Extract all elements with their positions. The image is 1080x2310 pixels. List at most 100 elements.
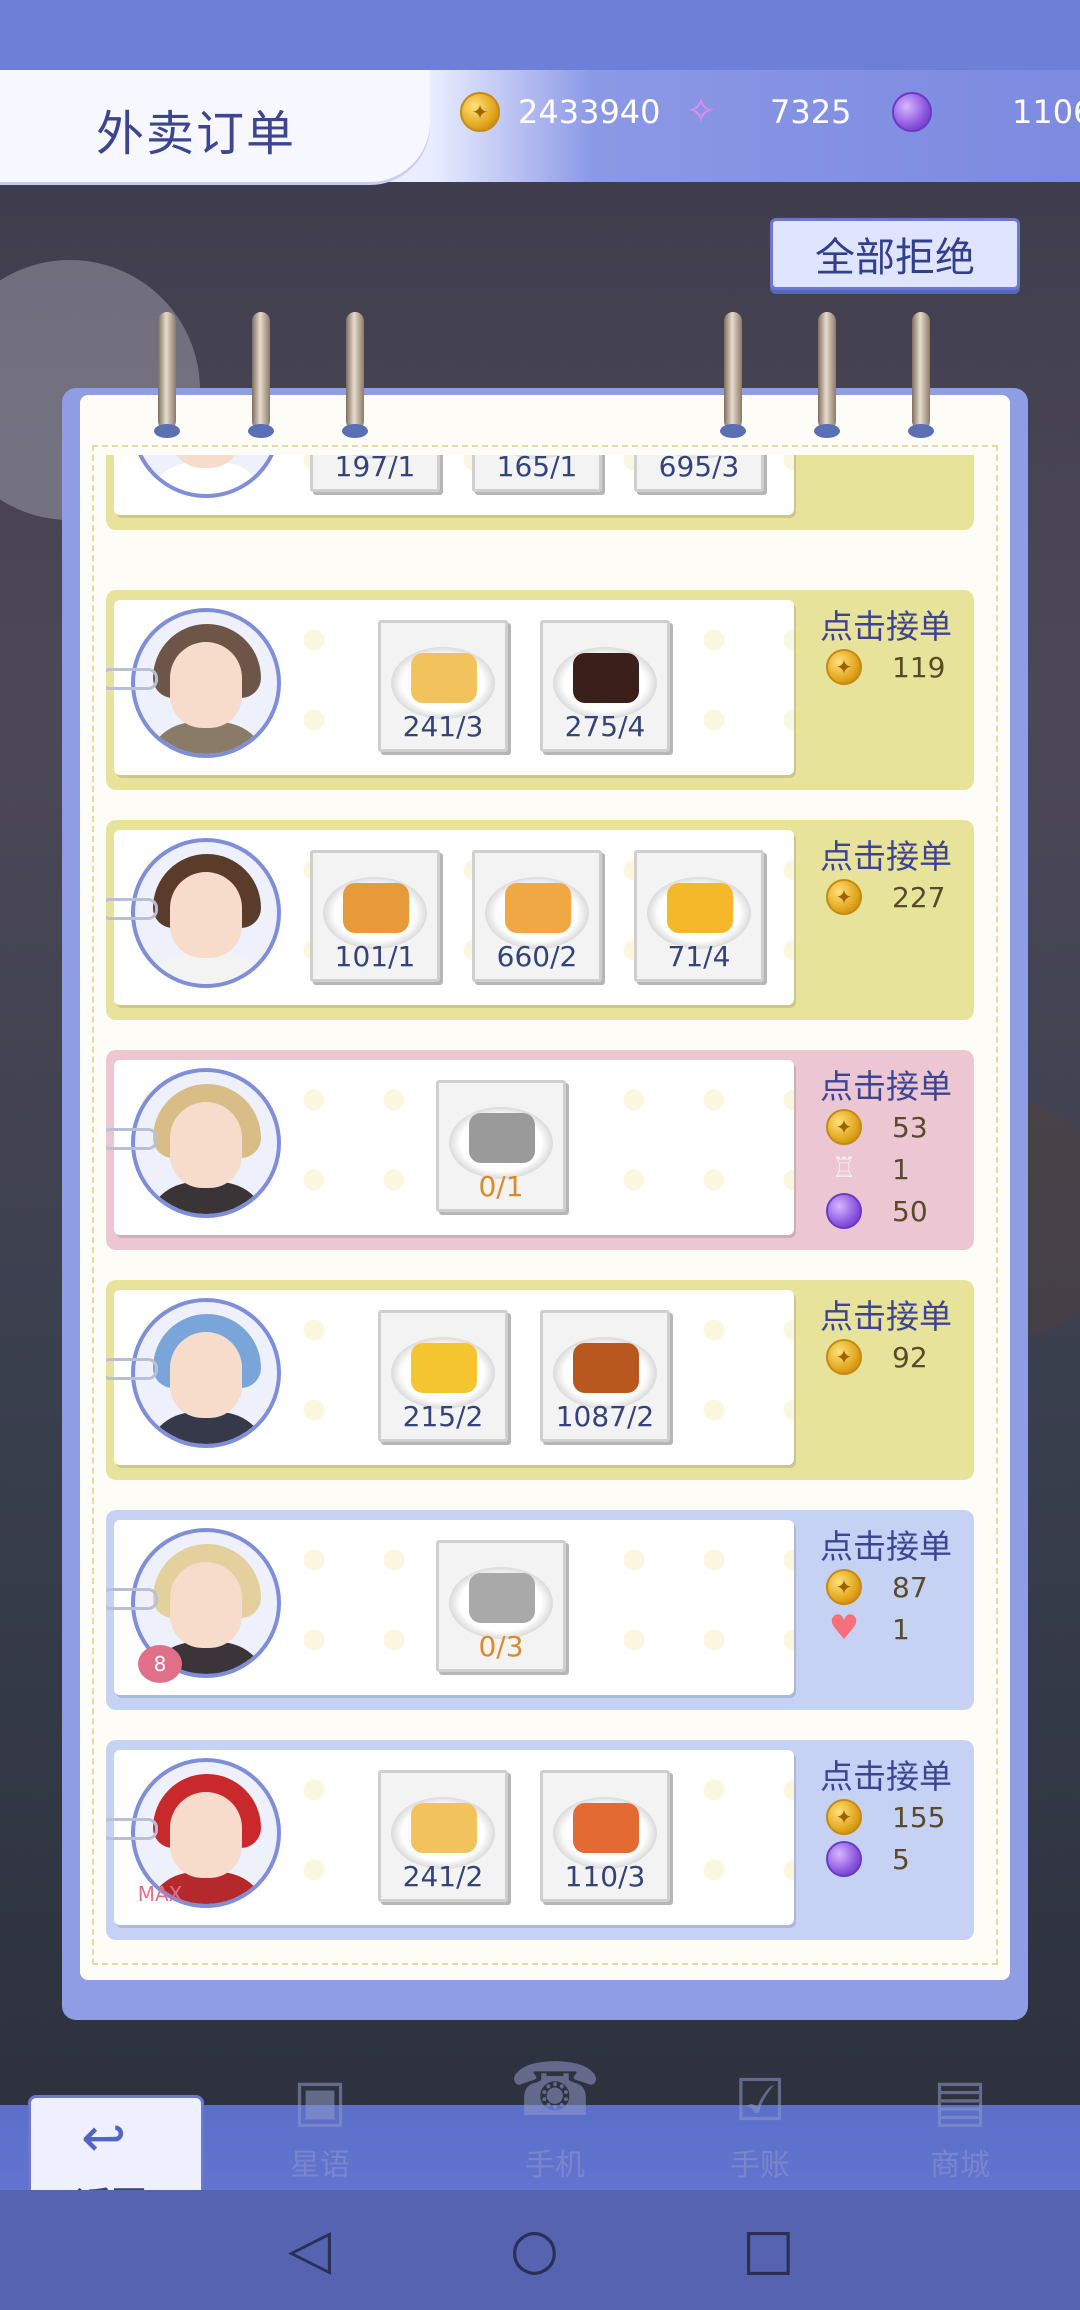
dish-icon	[343, 883, 409, 933]
reward-line: ✦ 53	[826, 1108, 928, 1146]
dish-count: 0/1	[478, 1170, 524, 1203]
dish-count: 0/3	[478, 1630, 524, 1663]
accept-order-button[interactable]: 点击接单	[806, 1060, 966, 1108]
purple-currency: 1106	[892, 88, 1080, 136]
dish-count: 110/3	[564, 1860, 646, 1893]
dish-count: 101/1	[334, 940, 416, 973]
avatar-face	[170, 1562, 242, 1648]
accept-order-button[interactable]: 点击接单	[806, 600, 966, 648]
order-row: 8 0/3 点击接单 ✦ 87 ♥ 1	[106, 1510, 974, 1710]
order-row: 241/3 275/4 点击接单 ✦ 119	[106, 590, 974, 790]
dish-item[interactable]: 110/3	[540, 1770, 670, 1902]
system-recents-icon[interactable]: □	[742, 2222, 795, 2278]
gem-currency[interactable]: ✧ 7325	[680, 88, 852, 136]
dish-item[interactable]: 660/2	[472, 850, 602, 982]
dish-icon	[411, 1343, 477, 1393]
gold-coin-icon: ✦	[826, 879, 862, 915]
avatar-face	[170, 1332, 242, 1418]
reward-value: 119	[892, 650, 946, 684]
order-row: 197/1 165/1 695/3	[106, 455, 974, 530]
nav-tab-phone[interactable]: ☎ 手机	[480, 2040, 630, 2183]
dish-icon	[505, 883, 571, 933]
binder-ring	[154, 312, 180, 438]
calendar-check-icon: ☑	[734, 2066, 786, 2134]
avatar-face	[170, 872, 242, 958]
order-list[interactable]: 197/1 165/1 695/3 241/3 275/4 点击接单 ✦ 119 101/1 66…	[106, 455, 974, 1955]
accept-order-button[interactable]: 点击接单	[806, 1520, 966, 1568]
avatar-face	[170, 642, 242, 728]
reward-value: 87	[892, 1570, 928, 1604]
dish-count: 275/4	[564, 710, 646, 743]
heart-icon: ♥	[828, 1608, 860, 1648]
dish-icon	[411, 653, 477, 703]
dish-item[interactable]: 71/4	[634, 850, 764, 982]
customer-avatar[interactable]	[131, 455, 281, 498]
binder-ring	[908, 312, 934, 438]
nav-tab-shop[interactable]: ▤ 商城	[900, 2060, 1020, 2190]
reward-line: ✦ 119	[826, 648, 945, 686]
paper-clip-icon	[106, 1128, 158, 1150]
dish-item[interactable]: 165/1	[472, 455, 602, 492]
reward-value: 1	[892, 1612, 910, 1646]
dish-count: 197/1	[334, 455, 416, 483]
avatar-face	[170, 1792, 242, 1878]
dish-icon	[573, 1343, 639, 1393]
dish-icon	[469, 1113, 535, 1163]
gold-coin-icon: ✦	[826, 1799, 862, 1835]
gold-coin-icon: ✦	[826, 649, 862, 685]
order-row: 0/1 点击接单 ✦ 53 ♖ 1 50	[106, 1050, 974, 1250]
purple-value: 1106	[1012, 93, 1080, 131]
gem-value: 7325	[770, 93, 852, 131]
dish-count: 241/2	[402, 1860, 484, 1893]
dish-icon	[469, 1573, 535, 1623]
reward-line: ✦ 227	[826, 878, 945, 916]
paper-clip-icon	[106, 1818, 158, 1840]
order-row: MAX 241/2 110/3 点击接单 ✦ 155 5	[106, 1740, 974, 1940]
reward-value: 227	[892, 880, 946, 914]
dish-icon	[411, 1803, 477, 1853]
nav-tab-label: 手账	[730, 2148, 790, 2183]
accept-order-button[interactable]: 点击接单	[806, 1750, 966, 1798]
reward-line: ♥ 1	[826, 1610, 910, 1648]
paper-clip-icon	[106, 898, 158, 920]
system-back-icon[interactable]: ◁	[288, 2222, 331, 2278]
return-arrow-icon: ↩	[81, 2106, 127, 2169]
reward-line: ♖ 1	[826, 1150, 909, 1188]
dish-icon	[573, 653, 639, 703]
reward-line: 5	[826, 1840, 910, 1878]
affinity-badge: 8	[138, 1645, 182, 1683]
reward-line: ✦ 92	[826, 1338, 928, 1376]
dish-item[interactable]: 215/2	[378, 1310, 508, 1442]
dish-item[interactable]: 197/1	[310, 455, 440, 492]
accept-order-button[interactable]: 点击接单	[806, 1290, 966, 1338]
purple-coin-icon	[826, 1193, 862, 1229]
phone-icon: ☎	[508, 2047, 602, 2133]
reward-value: 92	[892, 1340, 928, 1374]
dish-item[interactable]: 0/3	[436, 1540, 566, 1672]
nav-tab-starlight[interactable]: ▣ 星语	[260, 2060, 380, 2190]
binder-ring	[248, 312, 274, 438]
dish-item[interactable]: 241/2	[378, 1770, 508, 1902]
purple-coin-icon	[826, 1841, 862, 1877]
pink-gem-icon: ✧	[685, 91, 717, 132]
dish-item[interactable]: 241/3	[378, 620, 508, 752]
paper-clip-icon	[106, 668, 158, 690]
dish-item[interactable]: 275/4	[540, 620, 670, 752]
system-home-icon[interactable]: ○	[510, 2222, 559, 2278]
nav-tab-label: 商城	[930, 2148, 990, 2183]
reject-all-button[interactable]: 全部拒绝	[770, 218, 1020, 290]
nav-tab-journal[interactable]: ☑ 手账	[700, 2060, 820, 2190]
reward-line: 50	[826, 1192, 928, 1230]
dish-item[interactable]: 0/1	[436, 1080, 566, 1212]
top-strip	[0, 0, 1080, 70]
binder-ring	[720, 312, 746, 438]
order-row: 215/2 1087/2 点击接单 ✦ 92	[106, 1280, 974, 1480]
accept-order-button[interactable]: 点击接单	[806, 830, 966, 878]
gold-currency: ✦ 2433940	[460, 88, 661, 136]
dish-item[interactable]: 1087/2	[540, 1310, 670, 1442]
dish-item[interactable]: 101/1	[310, 850, 440, 982]
paper-clip-icon	[106, 1588, 158, 1610]
dish-item[interactable]: 695/3	[634, 455, 764, 492]
reward-value: 50	[892, 1194, 928, 1228]
dish-count: 71/4	[667, 940, 731, 973]
